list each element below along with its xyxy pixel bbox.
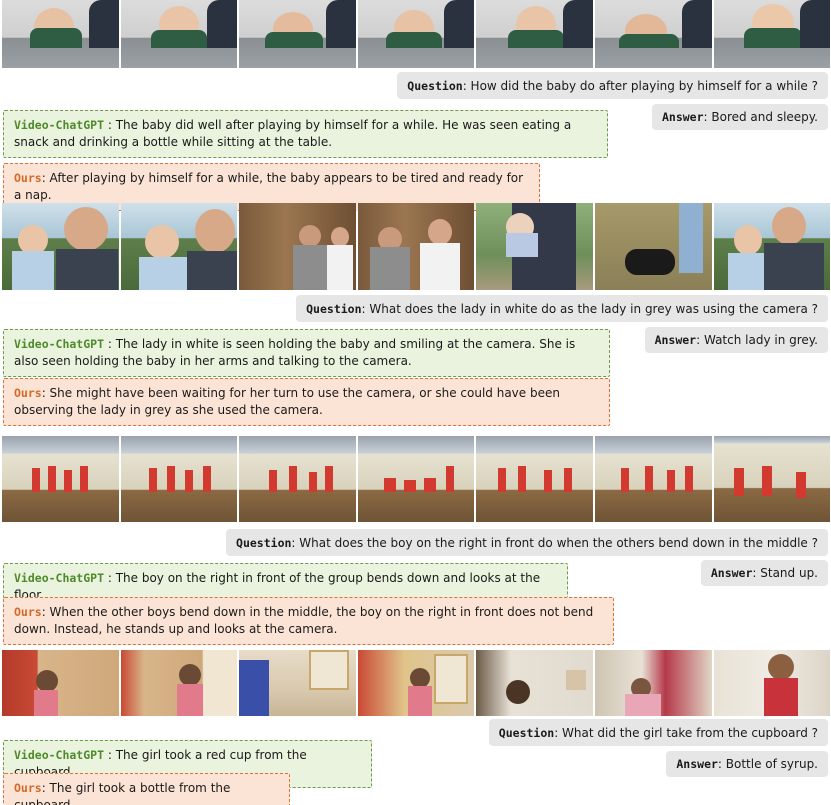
video-frame: [476, 203, 593, 290]
video-frames-3: [2, 436, 831, 522]
video-chatgpt-response: Video-ChatGPT : The baby did well after …: [3, 110, 608, 158]
video-frame: [120, 0, 238, 68]
answer-text: : Bottle of syrup.: [717, 757, 818, 771]
video-frame: [594, 203, 712, 290]
video-frame: [239, 0, 356, 68]
ours-label: Ours: [14, 386, 42, 400]
video-frame: [594, 0, 712, 68]
video-frame: [476, 0, 593, 68]
answer-bubble: Answer: Bottle of syrup.: [666, 751, 828, 777]
ours-label: Ours: [14, 605, 42, 619]
ours-response: Ours: She might have been waiting for he…: [3, 378, 610, 426]
question-label: Question: [306, 301, 362, 316]
answer-label: Answer: [654, 333, 697, 347]
ours-label: Ours: [14, 781, 42, 795]
video-frame: [239, 203, 356, 290]
video-frames-2: [2, 203, 831, 290]
answer-bubble: Answer: Stand up.: [700, 560, 828, 586]
question-label: Question: [236, 535, 292, 550]
video-frame: [357, 203, 475, 290]
video-frame: [2, 436, 119, 522]
question-label: Question: [407, 78, 463, 93]
answer-label: Answer: [661, 110, 704, 124]
video-frame: [2, 0, 119, 68]
video-frame: [713, 436, 831, 522]
question-bubble: Question: What does the boy on the right…: [226, 529, 828, 556]
question-text: : What did the girl take from the cupboa…: [554, 725, 818, 740]
answer-text: : Stand up.: [752, 566, 818, 580]
ours-label: Ours: [14, 171, 42, 185]
answer-label: Answer: [676, 757, 718, 771]
video-frame: [476, 650, 593, 716]
video-frame: [239, 650, 356, 716]
video-frame: [120, 203, 238, 290]
video-frame: [357, 650, 475, 716]
ours-text: : The girl took a bottle from the cupboa…: [14, 781, 231, 805]
video-frame: [357, 436, 475, 522]
video-chatgpt-label: Video-ChatGPT: [14, 337, 105, 351]
question-bubble: Question: What did the girl take from th…: [488, 719, 828, 746]
question-bubble: Question: What does the lady in white do…: [296, 295, 828, 322]
answer-label: Answer: [710, 566, 753, 580]
video-frame: [713, 650, 831, 716]
video-frame: [2, 650, 119, 716]
video-frame: [594, 650, 712, 716]
ours-response: Ours: When the other boys bend down in t…: [3, 597, 614, 645]
answer-text: : Watch lady in grey.: [696, 333, 818, 347]
question-bubble: Question: How did the baby do after play…: [397, 72, 828, 99]
video-frames-1: [2, 0, 831, 68]
ours-text: : She might have been waiting for her tu…: [14, 386, 560, 417]
question-text: : What does the boy on the right in fron…: [291, 535, 818, 550]
answer-text: : Bored and sleepy.: [703, 110, 818, 124]
video-chatgpt-label: Video-ChatGPT: [14, 571, 105, 585]
video-frame: [2, 203, 119, 290]
question-text: : How did the baby do after playing by h…: [462, 78, 818, 93]
answer-bubble: Answer: Watch lady in grey.: [644, 327, 828, 353]
video-frame: [239, 436, 356, 522]
ours-text: : After playing by himself for a while, …: [14, 171, 524, 202]
video-frame: [594, 436, 712, 522]
video-frame: [476, 436, 593, 522]
ours-response: Ours: The girl took a bottle from the cu…: [3, 773, 290, 805]
video-chatgpt-response: Video-ChatGPT : The lady in white is see…: [3, 329, 610, 377]
video-frame: [120, 650, 238, 716]
video-frame: [120, 436, 238, 522]
video-frame: [713, 203, 831, 290]
video-frame: [713, 0, 831, 68]
video-frames-4: [2, 650, 831, 716]
video-chatgpt-label: Video-ChatGPT: [14, 118, 105, 132]
ours-text: : When the other boys bend down in the m…: [14, 605, 594, 636]
question-label: Question: [498, 725, 555, 740]
video-chatgpt-label: Video-ChatGPT: [14, 748, 105, 762]
answer-bubble: Answer: Bored and sleepy.: [651, 104, 828, 130]
video-frame: [357, 0, 475, 68]
question-text: : What does the lady in white do as the …: [361, 301, 818, 316]
